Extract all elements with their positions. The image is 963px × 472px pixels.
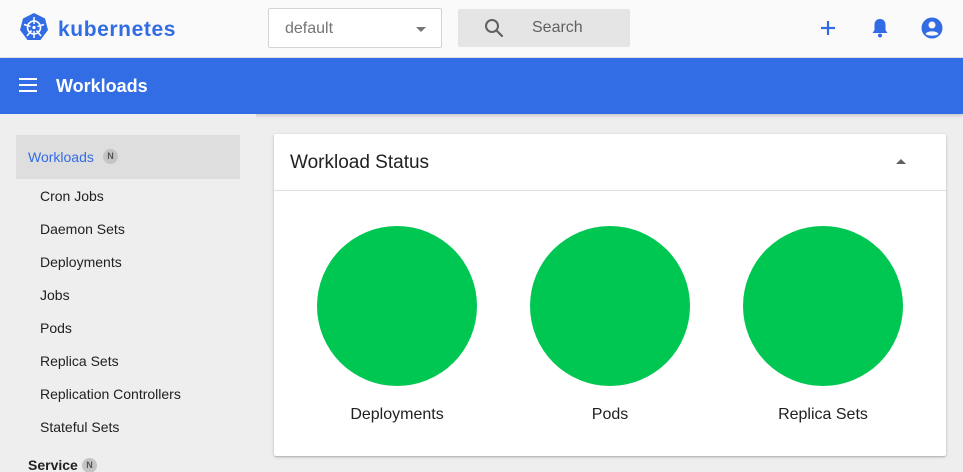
replica-sets-status-chart[interactable] (743, 226, 903, 386)
sidebar-item-replica-sets[interactable]: Replica Sets (40, 353, 119, 369)
namespaced-badge: N (103, 149, 118, 164)
page-header: Workloads (0, 58, 963, 114)
chevron-down-icon (416, 27, 426, 32)
chart-label: Deployments (350, 406, 444, 423)
workload-status-card: Workload Status Deployments Pods Replica… (274, 134, 946, 456)
search-placeholder: Search (532, 19, 583, 36)
account-circle-icon[interactable] (920, 16, 944, 40)
sidebar-section-service[interactable]: Service (28, 457, 78, 472)
chart-label: Pods (591, 406, 629, 423)
deployments-status-chart[interactable] (317, 226, 477, 386)
sidebar-section-label: Workloads (28, 149, 94, 165)
brand-logo-link[interactable]: kubernetes (19, 12, 176, 47)
bell-icon[interactable] (868, 16, 892, 40)
search-icon (484, 18, 504, 43)
top-bar: kubernetes default Search (0, 0, 963, 58)
namespaced-badge: N (82, 458, 97, 472)
sidebar-item-replication-controllers[interactable]: Replication Controllers (40, 386, 181, 402)
pods-status-chart[interactable] (530, 226, 690, 386)
plus-icon[interactable] (816, 16, 840, 40)
sidebar-item-jobs[interactable]: Jobs (40, 287, 70, 303)
page-title: Workloads (56, 76, 148, 96)
collapse-arrow-icon[interactable] (896, 159, 906, 164)
sidebar-item-pods[interactable]: Pods (40, 320, 72, 336)
sidebar-item-cron-jobs[interactable]: Cron Jobs (40, 188, 104, 204)
menu-icon[interactable] (18, 75, 38, 95)
card-header: Workload Status (274, 134, 946, 191)
sidebar-item-daemon-sets[interactable]: Daemon Sets (40, 221, 125, 237)
chart-label: Replica Sets (778, 406, 868, 423)
sidebar-section-workloads[interactable]: Workloads N (16, 135, 240, 179)
sidebar-item-deployments[interactable]: Deployments (40, 254, 122, 270)
brand-name: kubernetes (58, 17, 177, 41)
card-title: Workload Status (290, 152, 430, 173)
kubernetes-logo-icon (19, 12, 49, 47)
sidebar: Workloads N Cron Jobs Daemon Sets Deploy… (0, 114, 256, 472)
namespace-select[interactable]: default (268, 8, 442, 48)
namespace-value: default (285, 20, 334, 37)
search-input[interactable]: Search (458, 9, 630, 47)
sidebar-item-stateful-sets[interactable]: Stateful Sets (40, 419, 119, 435)
